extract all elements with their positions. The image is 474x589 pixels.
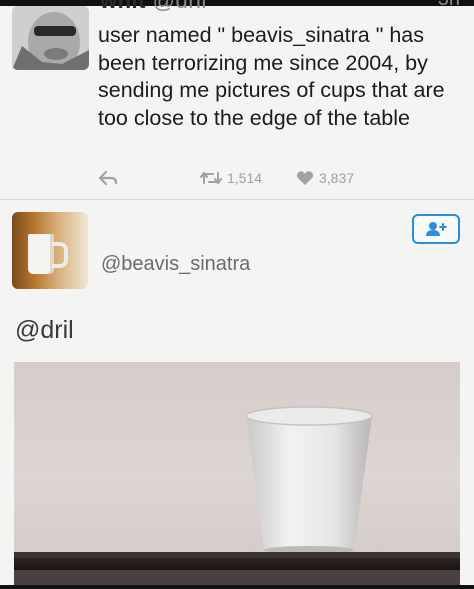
like-count: 3,837 (319, 170, 355, 186)
author-avatar-image (12, 6, 89, 70)
author-avatar[interactable] (12, 6, 89, 70)
retweet-button[interactable]: 1,514 (200, 170, 262, 186)
follow-button[interactable] (412, 214, 460, 244)
tweet-divider (0, 199, 474, 200)
table-edge (14, 558, 460, 570)
reply-author-avatar[interactable] (12, 212, 88, 289)
retweet-icon (200, 172, 222, 184)
author-name-row: whit @dril (100, 0, 207, 14)
reply-author-handle[interactable]: @beavis_sinatra (101, 253, 250, 276)
add-user-icon (426, 222, 447, 236)
tweet-timestamp: 3h (438, 0, 460, 11)
author-handle[interactable]: @dril (153, 0, 207, 13)
mug-shape (28, 234, 54, 274)
reply-button[interactable] (98, 170, 118, 186)
reply-mention[interactable]: @dril (15, 316, 74, 345)
heart-icon (296, 171, 314, 185)
like-button[interactable]: 3,837 (296, 170, 354, 186)
styrofoam-cup-image (245, 406, 373, 554)
tweet-actions: 1,514 3,837 (0, 168, 474, 194)
retweet-count: 1,514 (227, 170, 263, 186)
author-name: whit (100, 0, 146, 13)
reply-icon (98, 170, 118, 186)
mug-handle-shape (52, 242, 68, 268)
cup-photo[interactable] (14, 362, 460, 589)
tweet-text: user named " beavis_sinatra " has been t… (98, 23, 445, 130)
bottom-edge-bar (0, 585, 474, 589)
